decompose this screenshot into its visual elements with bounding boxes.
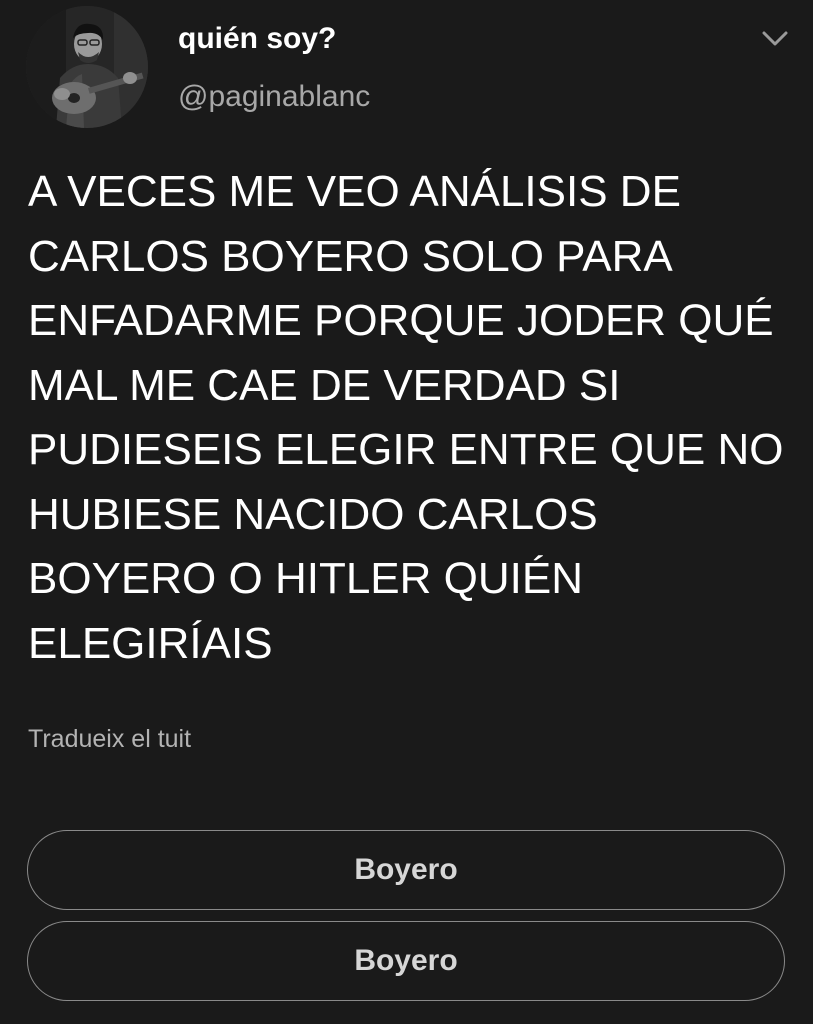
poll-option-label: Boyero bbox=[354, 944, 458, 977]
tweet-text: A VECES ME VEO ANÁLISIS DE CARLOS BOYERO… bbox=[28, 167, 784, 668]
display-name[interactable]: quién soy? bbox=[178, 22, 336, 56]
user-handle[interactable]: @paginablanc bbox=[178, 80, 370, 114]
avatar[interactable] bbox=[26, 6, 148, 128]
translate-tweet-link[interactable]: Tradueix el tuit bbox=[28, 725, 191, 754]
chevron-down-icon[interactable] bbox=[758, 24, 792, 52]
poll-option-label: Boyero bbox=[354, 853, 458, 886]
avatar-photo bbox=[26, 6, 148, 128]
poll-option-1[interactable]: Boyero bbox=[27, 830, 785, 910]
poll-option-2[interactable]: Boyero bbox=[27, 921, 785, 1001]
